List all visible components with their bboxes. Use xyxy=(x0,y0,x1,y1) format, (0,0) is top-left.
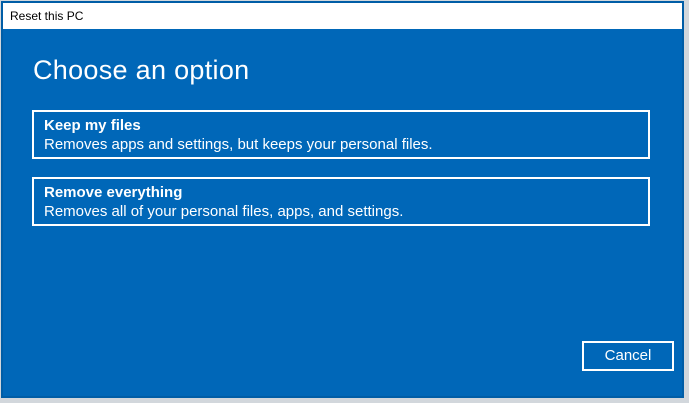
cancel-button[interactable]: Cancel xyxy=(582,341,674,371)
dialog-content: Choose an option Keep my files Removes a… xyxy=(3,29,682,396)
option-remove-everything[interactable]: Remove everything Removes all of your pe… xyxy=(32,177,650,226)
option-description: Removes all of your personal files, apps… xyxy=(44,202,638,221)
page-title: Choose an option xyxy=(33,55,249,86)
window-title: Reset this PC xyxy=(10,9,83,23)
window-titlebar[interactable]: Reset this PC xyxy=(3,3,682,29)
option-description: Removes apps and settings, but keeps you… xyxy=(44,135,638,154)
option-keep-my-files[interactable]: Keep my files Removes apps and settings,… xyxy=(32,110,650,159)
option-title: Remove everything xyxy=(44,183,638,202)
option-title: Keep my files xyxy=(44,116,638,135)
reset-pc-window: Reset this PC Choose an option Keep my f… xyxy=(1,1,684,398)
